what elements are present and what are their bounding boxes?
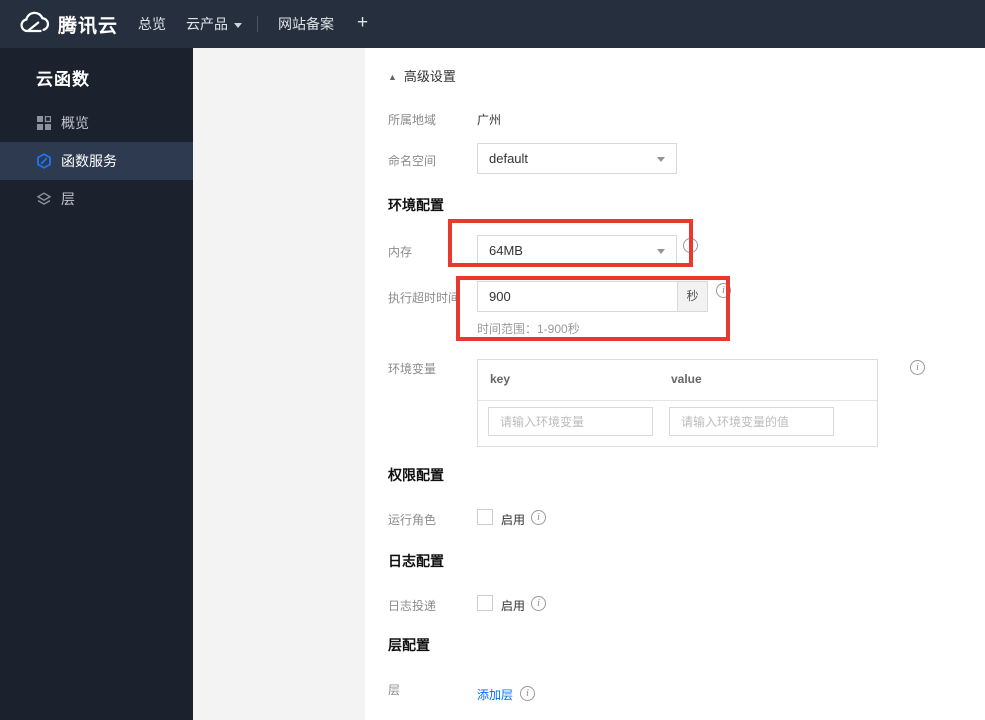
collapse-up-icon: ▲ — [388, 72, 397, 82]
log-delivery-checkbox[interactable] — [477, 595, 493, 611]
info-icon[interactable]: i — [531, 596, 546, 611]
run-role-enable-label: 启用 — [501, 513, 526, 527]
run-role-label: 运行角色 — [388, 513, 437, 527]
timeout-hint: 时间范围：1-900秒 — [477, 322, 580, 336]
namespace-label: 命名空间 — [388, 154, 437, 168]
run-role-checkbox[interactable] — [477, 509, 493, 525]
page: 腾讯云 总览 云产品 网站备案 + 云函数 概览 函数服务 层 ▲ 高级设置 所… — [0, 0, 985, 720]
brand-name: 腾讯云 — [58, 15, 119, 37]
info-icon[interactable]: i — [716, 283, 731, 298]
sidebar-title: 云函数 — [36, 70, 90, 89]
tencent-cloud-logo-icon — [18, 10, 50, 38]
region-value: 广州 — [477, 113, 502, 127]
timeout-unit: 秒 — [677, 281, 708, 312]
log-delivery-label: 日志投递 — [388, 599, 437, 613]
nav-add-button[interactable]: + — [357, 0, 368, 48]
timeout-label: 执行超时时间 — [388, 291, 461, 305]
brand[interactable]: 腾讯云 — [18, 0, 118, 48]
main-content: ▲ 高级设置 所属地域 广州 命名空间 default 环境配置 内存 64MB … — [365, 48, 985, 720]
function-hexagon-icon — [36, 153, 52, 169]
chevron-down-icon — [234, 22, 242, 28]
section-log-config: 日志配置 — [388, 553, 444, 569]
sidebar: 云函数 概览 函数服务 层 — [0, 48, 193, 720]
timeout-input[interactable] — [477, 281, 678, 312]
advanced-settings-toggle[interactable]: ▲ 高级设置 — [388, 66, 456, 85]
env-value-input[interactable] — [669, 407, 834, 436]
chevron-down-icon — [657, 157, 665, 162]
chevron-down-icon — [657, 249, 665, 254]
layer-label: 层 — [388, 683, 401, 697]
nav-overview[interactable]: 总览 — [138, 0, 166, 48]
grid-icon — [36, 115, 52, 131]
secondary-panel — [193, 48, 365, 720]
section-env-config: 环境配置 — [388, 197, 444, 213]
log-delivery-enable-label: 启用 — [501, 599, 526, 613]
namespace-select[interactable]: default — [477, 143, 677, 174]
info-icon[interactable]: i — [910, 360, 925, 375]
sidebar-item-layers[interactable]: 层 — [0, 180, 193, 218]
section-layer-config: 层配置 — [388, 637, 430, 653]
memory-label: 内存 — [388, 245, 413, 259]
topbar: 腾讯云 总览 云产品 网站备案 + — [0, 0, 985, 48]
memory-select[interactable]: 64MB — [477, 235, 677, 266]
nav-beian[interactable]: 网站备案 — [278, 0, 334, 48]
env-key-header: key — [490, 372, 511, 386]
nav-products[interactable]: 云产品 — [186, 0, 242, 48]
env-vars-label: 环境变量 — [388, 362, 437, 376]
nav-divider — [257, 16, 258, 32]
sidebar-item-label: 概览 — [61, 115, 89, 131]
info-icon[interactable]: i — [683, 238, 698, 253]
env-value-header: value — [671, 372, 702, 386]
divider — [478, 400, 877, 401]
sidebar-item-overview[interactable]: 概览 — [0, 104, 193, 142]
sidebar-item-function-service[interactable]: 函数服务 — [0, 142, 193, 180]
sidebar-item-label: 函数服务 — [61, 153, 117, 169]
info-icon[interactable]: i — [520, 686, 535, 701]
add-layer-link[interactable]: 添加层 — [477, 686, 513, 703]
region-label: 所属地域 — [388, 113, 437, 127]
section-perm-config: 权限配置 — [388, 467, 444, 483]
sidebar-item-label: 层 — [61, 191, 75, 207]
env-vars-table: key value — [477, 359, 878, 447]
env-key-input[interactable] — [488, 407, 653, 436]
layers-icon — [36, 191, 52, 207]
info-icon[interactable]: i — [531, 510, 546, 525]
